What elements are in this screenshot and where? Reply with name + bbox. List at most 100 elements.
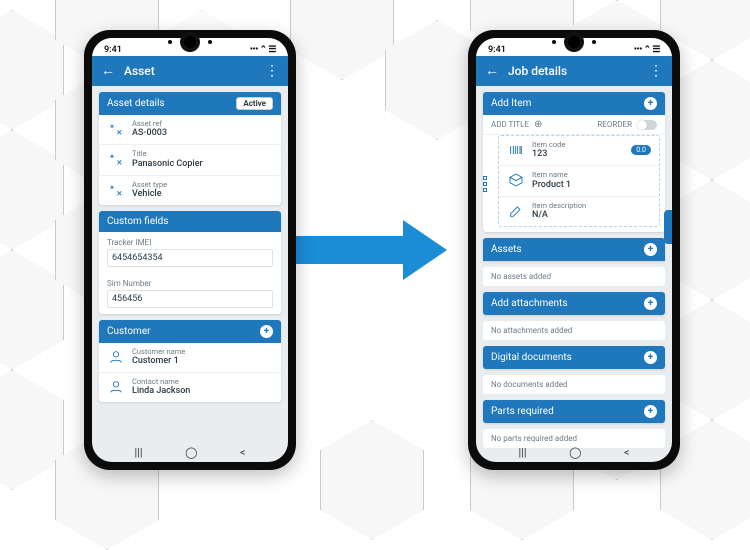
row-value: N/A <box>532 210 586 220</box>
asset-details-header: Asset details Active <box>99 92 281 115</box>
appbar-title: Asset <box>124 64 256 78</box>
add-title-label: ADD TITLE <box>491 120 529 129</box>
nav-recent-icon[interactable]: ||| <box>135 446 143 459</box>
row-label: Asset type <box>132 181 167 189</box>
item-row: Item code 123 0.0 <box>499 136 659 165</box>
row-value: Customer 1 <box>132 356 185 366</box>
section-title: Asset details <box>107 98 165 109</box>
tools-icon <box>107 150 125 168</box>
back-icon[interactable]: ← <box>100 64 116 78</box>
customer-header: Customer + <box>99 320 281 343</box>
user-icon <box>107 348 125 366</box>
appbar-title: Job details <box>508 64 640 78</box>
tools-icon <box>107 120 125 138</box>
row-value: 123 <box>532 149 565 159</box>
overflow-menu-icon[interactable]: ⋮ <box>264 64 280 78</box>
row-label: Customer name <box>132 348 185 356</box>
section-title: Add attachments <box>491 298 567 309</box>
phone-notch <box>184 36 196 48</box>
row-label: Title <box>132 150 203 158</box>
attachments-empty: No attachments added <box>483 321 665 340</box>
section-title: Customer <box>107 326 151 337</box>
reorder-toggle[interactable] <box>637 120 657 130</box>
flow-arrow <box>295 220 465 280</box>
add-asset-button[interactable]: + <box>644 243 657 256</box>
nav-back-icon[interactable]: < <box>240 446 246 459</box>
asset-details-card: Asset details Active Asset ref AS-0003 <box>99 92 281 205</box>
attachments-header: Add attachments + <box>483 292 665 315</box>
row-label: Contact name <box>132 378 190 386</box>
status-indicators: ••• ⌃ ☰ <box>634 45 660 55</box>
digital-documents-header: Digital documents + <box>483 346 665 369</box>
quantity-pill: 0.0 <box>631 145 651 155</box>
custom-field: Tracker IMEI <box>99 232 281 273</box>
reorder-label: REORDER <box>597 120 632 129</box>
assets-header: Assets + <box>483 238 665 261</box>
add-item-card: Add Item + ADD TITLE ⊕ REORDER <box>483 92 665 232</box>
phone-job-details: 9:41 ••• ⌃ ☰ ← Job details ⋮ Add Item + … <box>468 30 680 470</box>
customer-row: Customer name Customer 1 <box>99 343 281 372</box>
tracker-imei-input[interactable] <box>107 249 273 267</box>
custom-field: Sim Number <box>99 273 281 314</box>
digital-documents-empty: No documents added <box>483 375 665 394</box>
row-value: Vehicle <box>132 189 167 199</box>
customer-row: Contact name Linda Jackson <box>99 372 281 402</box>
add-part-button[interactable]: + <box>644 405 657 418</box>
phone-notch <box>568 36 580 48</box>
add-document-button[interactable]: + <box>644 351 657 364</box>
section-title: Custom fields <box>107 216 168 227</box>
appbar-job: ← Job details ⋮ <box>476 56 672 86</box>
item-card[interactable]: Item code 123 0.0 Item name Product <box>498 135 660 227</box>
custom-fields-card: Custom fields Tracker IMEI Sim Number <box>99 211 281 314</box>
add-title-button[interactable]: ⊕ <box>534 119 542 130</box>
row-label: Item code <box>532 141 565 149</box>
field-label: Sim Number <box>107 279 273 288</box>
asset-detail-row: Title Panasonic Copier <box>99 144 281 174</box>
section-title: Assets <box>491 244 522 255</box>
status-indicators: ••• ⌃ ☰ <box>250 45 276 55</box>
status-time: 9:41 <box>488 45 506 55</box>
barcode-icon <box>507 141 525 159</box>
status-badge: Active <box>236 97 273 110</box>
status-time: 9:41 <box>104 45 122 55</box>
field-label: Tracker IMEI <box>107 238 273 247</box>
job-content: Add Item + ADD TITLE ⊕ REORDER <box>476 86 672 462</box>
phone-asset: 9:41 ••• ⌃ ☰ ← Asset ⋮ Asset details Act… <box>84 30 296 470</box>
customer-card: Customer + Customer name Customer 1 <box>99 320 281 403</box>
row-label: Item name <box>532 171 571 179</box>
drag-handle-icon[interactable] <box>483 135 489 232</box>
item-row: Item description N/A <box>499 196 659 226</box>
row-value: Product 1 <box>532 180 571 190</box>
android-nav-bar[interactable]: ||| ◯ < <box>92 446 288 459</box>
tools-icon <box>107 181 125 199</box>
asset-detail-row: Asset ref AS-0003 <box>99 115 281 144</box>
section-title: Digital documents <box>491 352 572 363</box>
nav-back-icon[interactable]: < <box>624 446 630 459</box>
asset-detail-row: Asset type Vehicle <box>99 175 281 205</box>
row-value: AS-0003 <box>132 128 167 138</box>
parts-required-header: Parts required + <box>483 400 665 423</box>
nav-recent-icon[interactable]: ||| <box>519 446 527 459</box>
custom-fields-header: Custom fields <box>99 211 281 232</box>
box-icon <box>507 171 525 189</box>
asset-content: Asset details Active Asset ref AS-0003 <box>92 86 288 462</box>
add-customer-button[interactable]: + <box>260 325 273 338</box>
overflow-menu-icon[interactable]: ⋮ <box>648 64 664 78</box>
add-attachment-button[interactable]: + <box>644 297 657 310</box>
row-value: Linda Jackson <box>132 386 190 396</box>
back-icon[interactable]: ← <box>484 64 500 78</box>
android-nav-bar[interactable]: ||| ◯ < <box>476 446 672 459</box>
row-label: Item description <box>532 202 586 210</box>
nav-home-icon[interactable]: ◯ <box>569 446 581 459</box>
nav-home-icon[interactable]: ◯ <box>185 446 197 459</box>
sim-number-input[interactable] <box>107 290 273 308</box>
row-value: Panasonic Copier <box>132 159 203 169</box>
row-label: Asset ref <box>132 120 167 128</box>
section-title: Add Item <box>491 98 531 109</box>
section-title: Parts required <box>491 406 554 417</box>
screen-edge-tab[interactable] <box>664 210 672 244</box>
add-item-button[interactable]: + <box>644 97 657 110</box>
item-row: Item name Product 1 <box>499 165 659 195</box>
assets-empty: No assets added <box>483 267 665 286</box>
add-item-header: Add Item + <box>483 92 665 115</box>
